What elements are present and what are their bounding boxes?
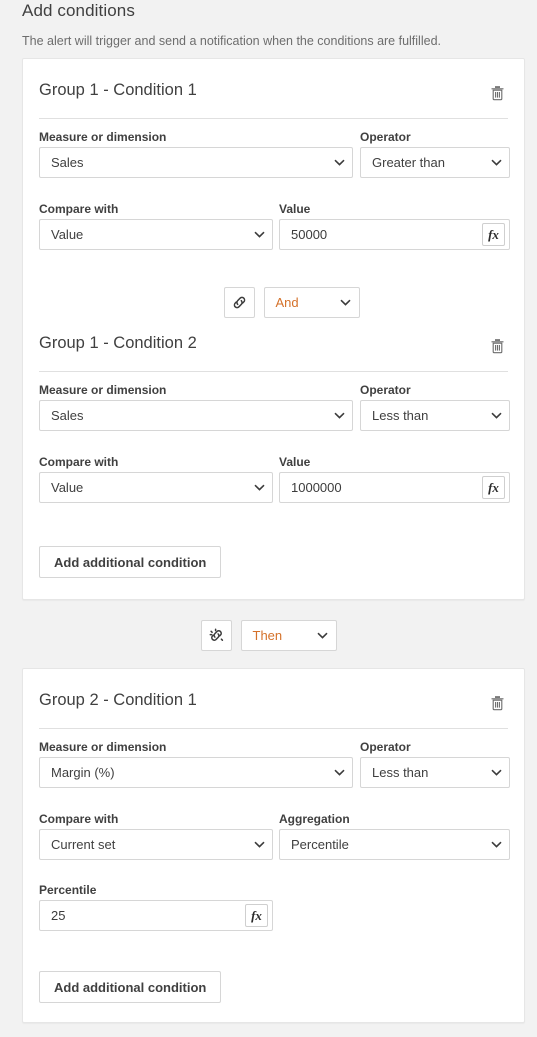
- chevron-down-icon: [326, 159, 352, 166]
- unlink-toggle-button[interactable]: [200, 620, 232, 651]
- label-compare-with: Compare with: [39, 812, 119, 826]
- group-connector-operator-select[interactable]: Then: [240, 620, 337, 651]
- link-toggle-button-g1[interactable]: [223, 287, 255, 318]
- operator-select-g2c1[interactable]: Less than: [360, 757, 510, 788]
- condition-block-g1c2: Group 1 - Condition 2 Measure or dimensi…: [23, 326, 524, 566]
- chevron-down-icon: [310, 632, 336, 639]
- group-connector-operator-value: Then: [252, 628, 283, 643]
- condition-title: Group 1 - Condition 2: [39, 334, 197, 352]
- delete-condition-button-g1c2[interactable]: [486, 335, 508, 357]
- chevron-down-icon: [483, 841, 509, 848]
- measure-or-dimension-value: Sales: [51, 408, 84, 423]
- group-1-inner-connector: And: [23, 287, 537, 318]
- add-additional-condition-button-g2[interactable]: Add additional condition: [39, 971, 222, 1003]
- label-compare-with: Compare with: [39, 202, 119, 216]
- group-connector: Then: [0, 620, 537, 651]
- expression-editor-button-g1c1[interactable]: fx: [482, 223, 505, 246]
- compare-with-select-g1c1[interactable]: Value: [39, 219, 273, 250]
- measure-or-dimension-select-g1c2[interactable]: Sales: [39, 400, 353, 431]
- label-measure-or-dimension: Measure or dimension: [39, 383, 167, 397]
- value-input-text: 1000000: [291, 480, 342, 495]
- chevron-down-icon: [246, 841, 272, 848]
- chevron-down-icon: [326, 412, 352, 419]
- aggregation-select-g2c1[interactable]: Percentile: [279, 829, 510, 860]
- chevron-down-icon: [246, 484, 272, 491]
- value-input-text: 50000: [291, 227, 328, 242]
- label-operator: Operator: [360, 740, 411, 754]
- operator-value: Less than: [372, 765, 429, 780]
- label-percentile: Percentile: [39, 883, 97, 897]
- expression-editor-button-g2c1[interactable]: fx: [245, 904, 268, 927]
- operator-select-g1c2[interactable]: Less than: [360, 400, 510, 431]
- percentile-input-g2c1[interactable]: 25 fx: [39, 900, 273, 931]
- delete-condition-button-g2c1[interactable]: [486, 692, 508, 714]
- page-subtitle: The alert will trigger and send a notifi…: [22, 34, 441, 48]
- add-additional-condition-button-g1[interactable]: Add additional condition: [39, 546, 222, 578]
- percentile-input-text: 25: [51, 908, 66, 923]
- value-input-g1c1[interactable]: 50000 fx: [279, 219, 510, 250]
- condition-title: Group 1 - Condition 1: [39, 81, 197, 99]
- label-operator: Operator: [360, 130, 411, 144]
- trash-icon: [490, 85, 505, 101]
- condition-block-g2c1: Group 2 - Condition 1 Measure or dimensi…: [23, 683, 524, 983]
- measure-or-dimension-value: Sales: [51, 155, 84, 170]
- measure-or-dimension-select-g2c1[interactable]: Margin (%): [39, 757, 353, 788]
- compare-with-value: Value: [51, 480, 84, 495]
- expression-editor-button-g1c2[interactable]: fx: [482, 476, 505, 499]
- label-compare-with: Compare with: [39, 455, 119, 469]
- compare-with-value: Value: [51, 227, 84, 242]
- add-conditions-page: Add conditions The alert will trigger an…: [0, 0, 537, 1037]
- condition-header-g2c1: Group 2 - Condition 1: [39, 683, 508, 729]
- condition-group-card-2: Group 2 - Condition 1 Measure or dimensi…: [22, 668, 525, 1023]
- operator-value: Less than: [372, 408, 429, 423]
- aggregation-value: Percentile: [291, 837, 349, 852]
- compare-with-value: Current set: [51, 837, 116, 852]
- condition-header-g1c2: Group 1 - Condition 2: [39, 326, 508, 372]
- value-input-g1c2[interactable]: 1000000 fx: [279, 472, 510, 503]
- label-aggregation: Aggregation: [279, 812, 350, 826]
- label-value: Value: [279, 455, 311, 469]
- compare-with-select-g2c1[interactable]: Current set: [39, 829, 273, 860]
- trash-icon: [490, 695, 505, 711]
- measure-or-dimension-value: Margin (%): [51, 765, 115, 780]
- label-operator: Operator: [360, 383, 411, 397]
- condition-block-g1c1: Group 1 - Condition 1 Measure or dimensi…: [23, 73, 524, 313]
- group-1-operator-select[interactable]: And: [263, 287, 360, 318]
- chevron-down-icon: [333, 299, 359, 306]
- trash-icon: [490, 338, 505, 354]
- condition-header-g1c1: Group 1 - Condition 1: [39, 73, 508, 119]
- chevron-down-icon: [483, 412, 509, 419]
- label-value: Value: [279, 202, 311, 216]
- delete-condition-button-g1c1[interactable]: [486, 82, 508, 104]
- operator-value: Greater than: [372, 155, 445, 170]
- condition-title: Group 2 - Condition 1: [39, 691, 197, 709]
- group-1-operator-value: And: [275, 295, 299, 310]
- condition-group-card-1: Group 1 - Condition 1 Measure or dimensi…: [22, 58, 525, 600]
- compare-with-select-g1c2[interactable]: Value: [39, 472, 273, 503]
- chevron-down-icon: [483, 159, 509, 166]
- chevron-down-icon: [246, 231, 272, 238]
- page-title: Add conditions: [22, 1, 135, 20]
- operator-select-g1c1[interactable]: Greater than: [360, 147, 510, 178]
- chevron-down-icon: [326, 769, 352, 776]
- broken-link-icon: [208, 627, 225, 644]
- measure-or-dimension-select-g1c1[interactable]: Sales: [39, 147, 353, 178]
- chevron-down-icon: [483, 769, 509, 776]
- label-measure-or-dimension: Measure or dimension: [39, 130, 167, 144]
- label-measure-or-dimension: Measure or dimension: [39, 740, 167, 754]
- link-icon: [231, 294, 248, 311]
